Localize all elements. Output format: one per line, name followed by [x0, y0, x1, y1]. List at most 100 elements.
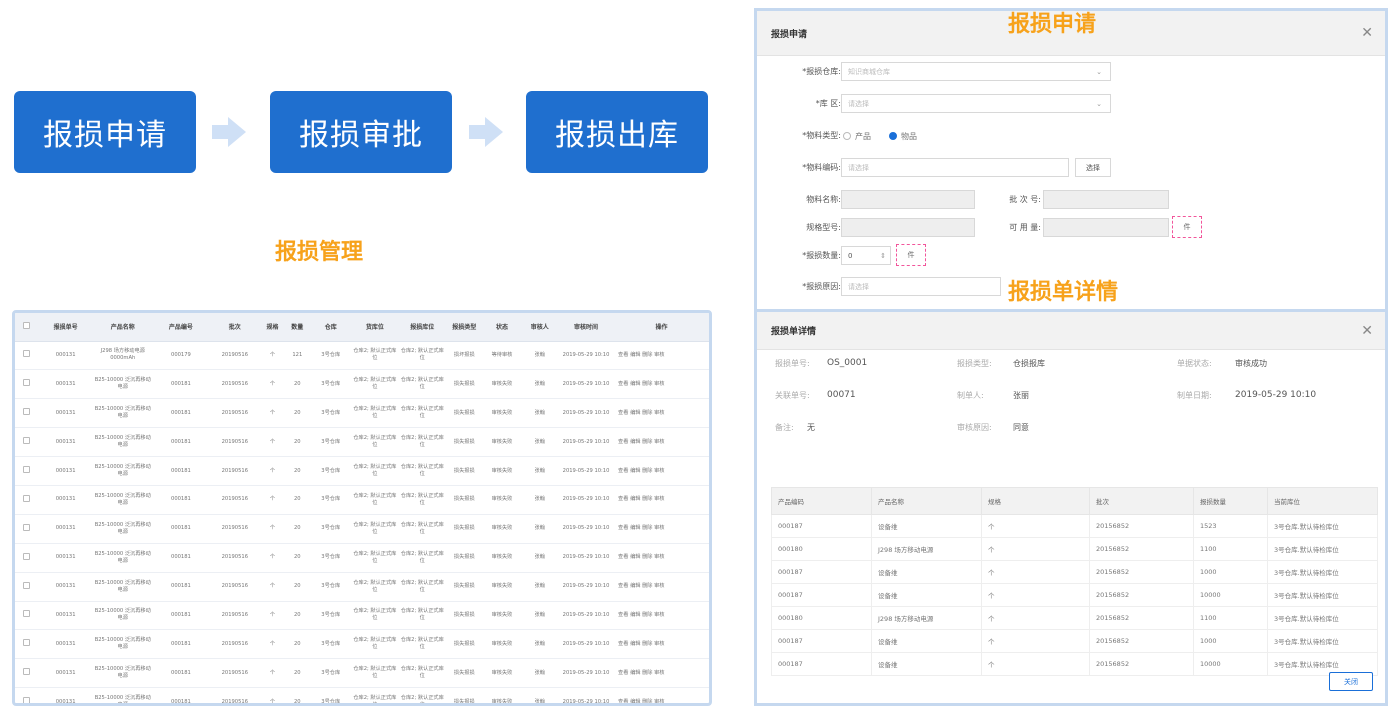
table-cell: 设备维: [871, 652, 982, 676]
table-cell: 2019-05-29 10:10: [558, 369, 615, 400]
row-actions[interactable]: 查看 编辑 删除 审核: [614, 369, 709, 400]
select-code-button[interactable]: 选择: [1075, 158, 1111, 177]
row-checkbox-cell[interactable]: [15, 658, 39, 689]
checkbox[interactable]: [23, 494, 31, 502]
row-actions[interactable]: 查看 编辑 删除 审核: [614, 687, 709, 703]
checkbox[interactable]: [23, 408, 31, 416]
select-all-checkbox[interactable]: [15, 313, 39, 342]
row-checkbox-cell[interactable]: [15, 456, 39, 486]
table-cell: 20156852: [1089, 537, 1194, 561]
radio-item-label: 物品: [901, 131, 917, 141]
table-row[interactable]: 000131 B25-10000 泛沉再移动电源 000181 20190516 个 20…: [15, 456, 709, 486]
remark-value: 无: [807, 423, 815, 432]
row-actions[interactable]: 查看 编辑 删除 审核: [614, 456, 709, 486]
close-icon[interactable]: ✕: [1361, 25, 1373, 41]
table-row[interactable]: 000131 B25-10000 泛沉再移动电源 000181 20190516 个 20…: [15, 629, 709, 660]
row-checkbox-cell[interactable]: [15, 369, 39, 400]
table-cell: 20190516: [208, 543, 261, 573]
close-icon[interactable]: ✕: [1361, 323, 1373, 339]
table-cell: 000187: [771, 583, 872, 607]
row-checkbox-cell[interactable]: [15, 543, 39, 573]
row-actions[interactable]: 查看 编辑 删除 审核: [614, 398, 709, 429]
row-checkbox-cell[interactable]: [15, 601, 39, 631]
table-cell: 仓库2; 默认正式库位: [398, 514, 446, 544]
row-actions[interactable]: 查看 编辑 删除 审核: [614, 601, 709, 631]
table-row[interactable]: 000131 B25-10000 泛沉再移动电源 000181 20190516 个 20…: [15, 658, 709, 689]
row-checkbox-cell[interactable]: [15, 514, 39, 544]
area-select[interactable]: 请选择 ⌄: [841, 94, 1111, 113]
row-actions[interactable]: 查看 编辑 删除 审核: [614, 485, 709, 515]
table-cell: 张翰: [521, 572, 559, 602]
close-button[interactable]: 关闭: [1329, 672, 1373, 691]
row-actions[interactable]: 查看 编辑 删除 审核: [614, 427, 709, 458]
type-radio-group: 产品 物品: [843, 126, 917, 146]
checkbox[interactable]: [23, 350, 31, 358]
table-cell: 审核失败: [482, 601, 522, 631]
row-actions[interactable]: 查看 编辑 删除 审核: [614, 514, 709, 544]
table-row[interactable]: 000131 B25-10000 泛沉再移动电源 000181 20190516 个 20…: [15, 485, 709, 515]
warehouse-select[interactable]: 知识商城仓库 ⌄: [841, 62, 1111, 81]
code-input[interactable]: 请选择: [841, 158, 1069, 177]
column-header: 报损单号: [38, 313, 93, 342]
checkbox[interactable]: [23, 552, 31, 560]
row-checkbox-cell[interactable]: [15, 427, 39, 458]
reason-select[interactable]: 请选择: [841, 277, 1001, 296]
checkbox[interactable]: [23, 697, 31, 703]
table-cell: 000131: [38, 341, 93, 371]
table-cell: 个: [981, 537, 1090, 561]
row-checkbox-cell[interactable]: [15, 341, 39, 371]
checkbox[interactable]: [23, 379, 31, 387]
checkbox[interactable]: [23, 437, 31, 445]
table-row[interactable]: 000131 B25-10000 泛沉再移动电源 000181 20190516 个 20…: [15, 514, 709, 544]
table-cell: 仓库2; 默认正式库位: [398, 658, 446, 689]
arrow-right-icon: [469, 117, 503, 147]
checkbox[interactable]: [23, 322, 31, 330]
row-checkbox-cell[interactable]: [15, 687, 39, 703]
table-cell: 张翰: [521, 543, 559, 573]
row-actions[interactable]: 查看 编辑 删除 审核: [614, 658, 709, 689]
table-cell: 1523: [1193, 514, 1268, 538]
row-checkbox-cell[interactable]: [15, 485, 39, 515]
table-row[interactable]: 000131 B25-10000 泛沉再移动电源 000181 20190516 个 20…: [15, 369, 709, 400]
table-row[interactable]: 000131 B25-10000 泛沉再移动电源 000181 20190516 个 20…: [15, 601, 709, 631]
table-cell: 20: [284, 601, 311, 631]
table-cell: 损失报损: [445, 601, 483, 631]
row-actions[interactable]: 查看 编辑 删除 审核: [614, 341, 709, 371]
table-row[interactable]: 000131 B25-10000 泛沉再移动电源 000181 20190516 个 20…: [15, 427, 709, 458]
reason-label: *报损原因:: [802, 282, 841, 291]
spec-field: [841, 218, 975, 237]
table-cell: 3号仓库: [310, 456, 352, 486]
table-row[interactable]: 000131 B25-10000 泛沉再移动电源 000181 20190516 个 20…: [15, 543, 709, 573]
table-row: 000187 设备维个 20156852 1000 3号仓库.默认待检库位: [771, 629, 1378, 653]
row-checkbox-cell[interactable]: [15, 629, 39, 660]
checkbox[interactable]: [23, 610, 31, 618]
table-cell: 损失报损: [445, 572, 483, 602]
table-row[interactable]: 000131 B25-10000 泛沉再移动电源 000181 20190516 个 20…: [15, 687, 709, 703]
row-actions[interactable]: 查看 编辑 删除 审核: [614, 629, 709, 660]
checkbox[interactable]: [23, 668, 31, 676]
table-cell: 仓库2; 默认正式库位: [398, 601, 446, 631]
row-actions[interactable]: 查看 编辑 删除 审核: [614, 572, 709, 602]
table-row[interactable]: 000131 J298 场方移动电源 0000mAh 000179 20190516 个…: [15, 341, 709, 371]
table-cell: 仓库2; 默认正式库位: [351, 427, 399, 458]
checkbox[interactable]: [23, 523, 31, 531]
checkbox[interactable]: [23, 639, 31, 647]
table-cell: 损失报损: [445, 456, 483, 486]
table-row[interactable]: 000131 B25-10000 泛沉再移动电源 000181 20190516 个 20…: [15, 398, 709, 429]
table-cell: 个: [260, 341, 285, 371]
table-cell: 20156852: [1089, 514, 1194, 538]
radio-item[interactable]: [889, 132, 897, 140]
row-checkbox-cell[interactable]: [15, 398, 39, 429]
qty-stepper[interactable]: 0 ⇕: [841, 246, 891, 265]
flow-step-approve: 报损审批: [270, 91, 452, 173]
row-checkbox-cell[interactable]: [15, 572, 39, 602]
checkbox[interactable]: [23, 581, 31, 589]
stepper-arrows-icon[interactable]: ⇕: [880, 252, 886, 260]
row-actions[interactable]: 查看 编辑 删除 审核: [614, 543, 709, 573]
table-row[interactable]: 000131 B25-10000 泛沉再移动电源 000181 20190516 个 20…: [15, 572, 709, 602]
table-cell: 张翰: [521, 601, 559, 631]
checkbox[interactable]: [23, 466, 31, 473]
radio-product[interactable]: [843, 132, 851, 140]
table-cell: 20190516: [208, 687, 261, 703]
table-cell: 张翰: [521, 658, 559, 689]
